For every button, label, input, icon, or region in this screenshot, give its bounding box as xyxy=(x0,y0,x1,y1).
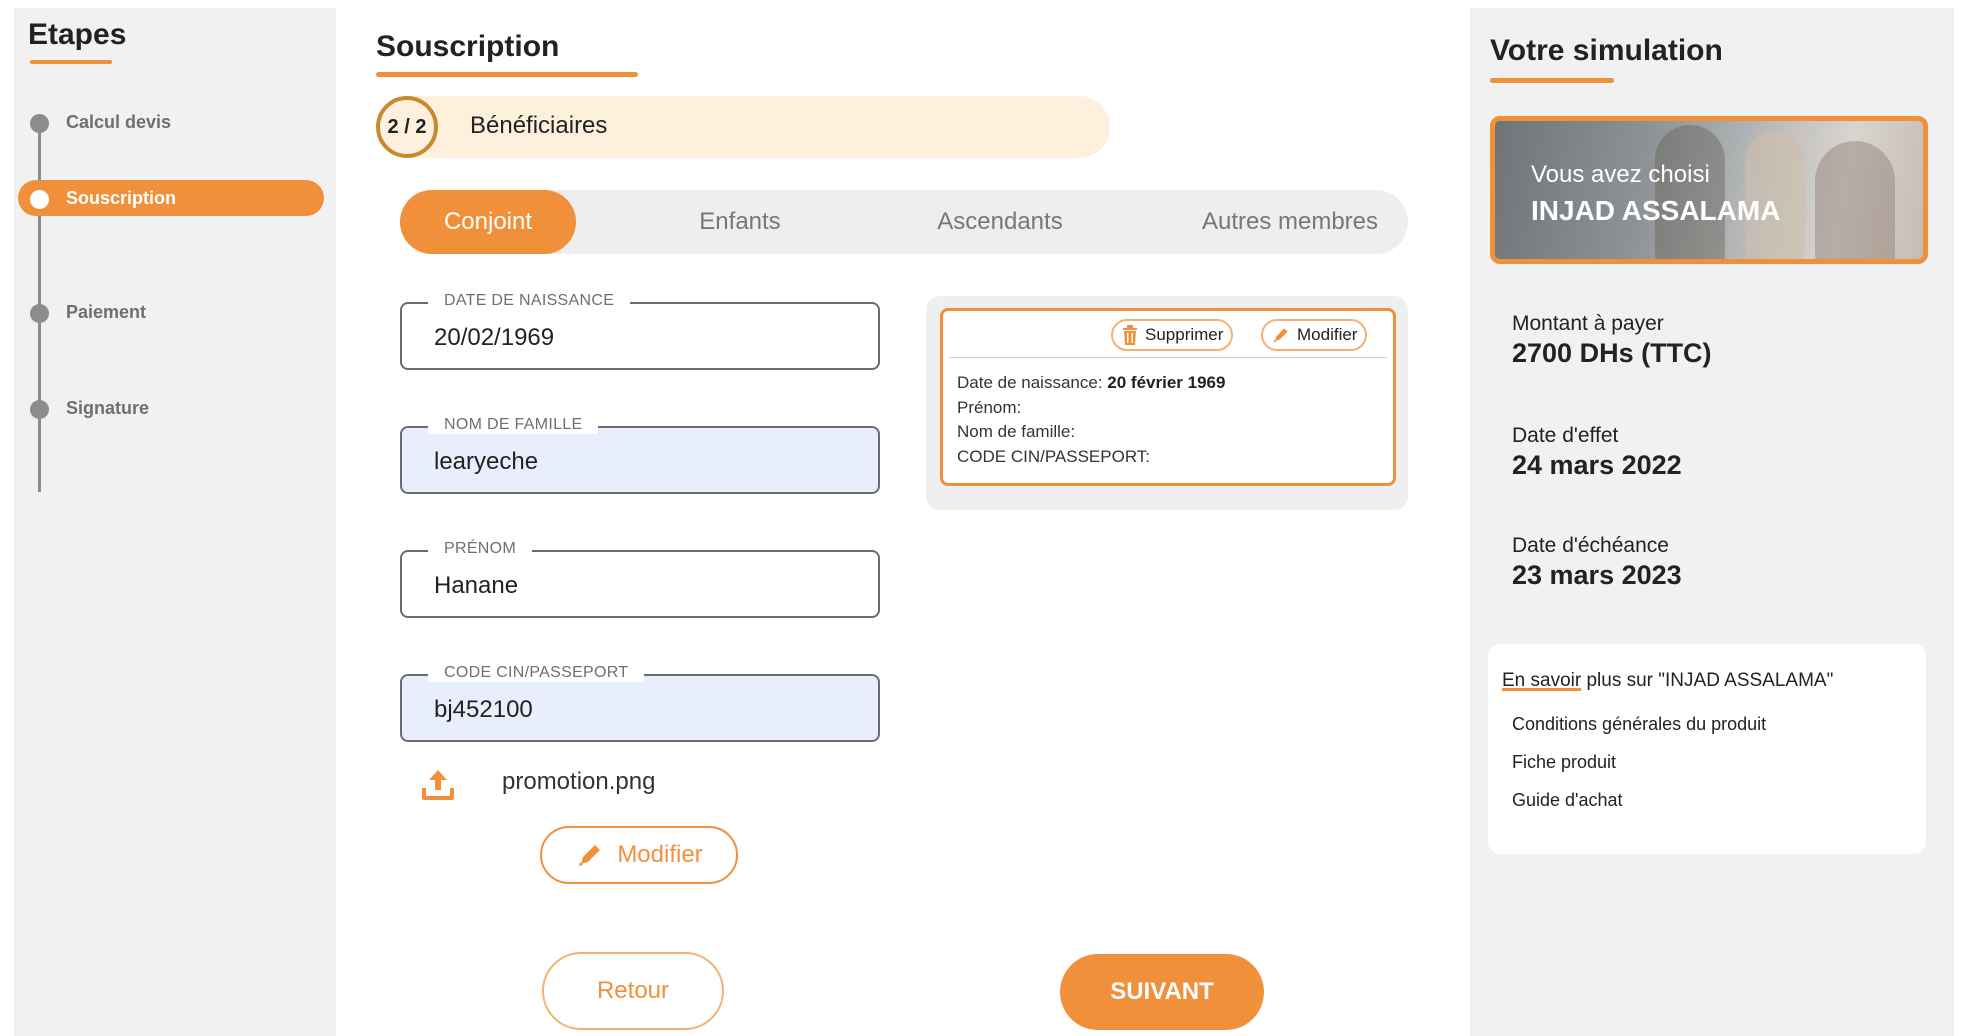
link-fiche-produit[interactable]: Fiche produit xyxy=(1512,752,1616,773)
next-button[interactable]: SUIVANT xyxy=(1060,954,1264,1030)
step-dot xyxy=(30,114,49,133)
step-label: Souscription xyxy=(66,188,177,208)
field-label: DATE DE NAISSANCE xyxy=(428,292,631,310)
step-dot xyxy=(30,400,49,419)
step-paiement[interactable]: Paiement xyxy=(14,294,324,330)
cin-field[interactable]: CODE CIN/PASSEPORT bj452100 xyxy=(400,664,880,742)
effect-date-value: 24 mars 2022 xyxy=(1512,450,1682,480)
step-label: Signature xyxy=(66,398,150,418)
amount-value: 2700 DHs (TTC) xyxy=(1512,338,1712,368)
delete-button[interactable]: Supprimer xyxy=(1111,319,1234,351)
edit-button-label: Modifier xyxy=(1297,325,1358,344)
field-value: bj452100 xyxy=(434,696,533,723)
field-value: Hanane xyxy=(434,572,519,599)
page-title-underline xyxy=(376,72,638,77)
sidebar-title-underline xyxy=(30,60,112,64)
field-label: NOM DE FAMILLE xyxy=(428,416,599,434)
firstname-field[interactable]: PRÉNOM Hanane xyxy=(400,540,880,618)
summary-lastname-label: Nom de famille: xyxy=(957,422,1076,441)
product-name: INJAD ASSALAMA xyxy=(1531,195,1781,226)
lastname-field[interactable]: NOM DE FAMILLE learyeche xyxy=(400,416,880,494)
upload-icon[interactable] xyxy=(420,766,456,802)
steps-sidebar: Etapes Calcul devis Souscription Paiemen… xyxy=(14,8,336,1036)
link-conditions-generales[interactable]: Conditions générales du produit xyxy=(1512,714,1766,735)
field-label: PRÉNOM xyxy=(428,540,533,558)
modify-button[interactable]: Modifier xyxy=(540,826,738,884)
simulation-title: Votre simulation xyxy=(1490,34,1723,67)
edit-button[interactable]: Modifier xyxy=(1261,319,1368,351)
back-button[interactable]: Retour xyxy=(542,952,724,1030)
field-value: learyeche xyxy=(434,448,539,475)
more-info-title-rest: plus sur "INJAD ASSALAMA" xyxy=(1581,670,1834,691)
tab-autres-membres[interactable]: Autres membres xyxy=(1180,190,1400,254)
more-info-title-underlined: En savoir xyxy=(1502,670,1582,691)
uploaded-filename: promotion.png xyxy=(502,768,656,795)
sidebar-title: Etapes xyxy=(28,18,127,51)
summary-birthdate-value: 20 février 1969 xyxy=(1107,373,1226,392)
product-banner-caption: Vous avez choisi xyxy=(1531,161,1710,188)
summary-cin-label: CODE CIN/PASSEPORT: xyxy=(957,447,1151,466)
tab-ascendants[interactable]: Ascendants xyxy=(910,190,1090,254)
tab-enfants[interactable]: Enfants xyxy=(660,190,820,254)
step-dot xyxy=(30,304,49,323)
simulation-title-underline xyxy=(1490,78,1614,83)
birthdate-field[interactable]: DATE DE NAISSANCE 20/02/1969 xyxy=(400,292,880,370)
step-dot-active xyxy=(30,190,49,209)
tab-conjoint[interactable]: Conjoint xyxy=(400,190,576,254)
effect-date-label: Date d'effet xyxy=(1512,424,1619,447)
due-date-label: Date d'échéance xyxy=(1512,534,1669,557)
summary-firstname-label: Prénom: xyxy=(957,398,1022,417)
field-value: 20/02/1969 xyxy=(434,324,555,351)
amount-label: Montant à payer xyxy=(1512,312,1664,335)
pencil-icon xyxy=(1273,328,1288,343)
card-divider xyxy=(949,357,1387,358)
summary-birthdate-label: Date de naissance: xyxy=(957,373,1103,392)
field-label: CODE CIN/PASSEPORT xyxy=(428,664,645,682)
link-guide-achat[interactable]: Guide d'achat xyxy=(1512,790,1623,811)
summary-birthdate: Date de naissance: 20 février 1969 xyxy=(957,373,1225,393)
due-date-value: 23 mars 2023 xyxy=(1512,560,1682,590)
step-label: Paiement xyxy=(66,302,147,322)
beneficiary-summary-card: Supprimer Modifier Date de naissance: 20… xyxy=(940,308,1396,486)
more-info-title: En savoir plus sur "INJAD ASSALAMA" xyxy=(1502,670,1833,692)
step-label: Calcul devis xyxy=(66,112,172,132)
product-banner: Vous avez choisi INJAD ASSALAMA xyxy=(1490,116,1928,264)
progress-badge: 2 / 2 xyxy=(376,96,438,158)
trash-icon xyxy=(1123,325,1137,345)
page-title: Souscription xyxy=(376,30,560,63)
step-souscription[interactable]: Souscription xyxy=(18,180,324,216)
family-photo-figure xyxy=(1815,141,1895,259)
modify-button-label: Modifier xyxy=(617,841,703,868)
pencil-icon xyxy=(579,845,601,866)
delete-button-label: Supprimer xyxy=(1145,325,1224,344)
step-signature[interactable]: Signature xyxy=(14,390,324,426)
beneficiaries-label: Bénéficiaires xyxy=(470,112,608,139)
step-calcul-devis[interactable]: Calcul devis xyxy=(14,104,324,140)
